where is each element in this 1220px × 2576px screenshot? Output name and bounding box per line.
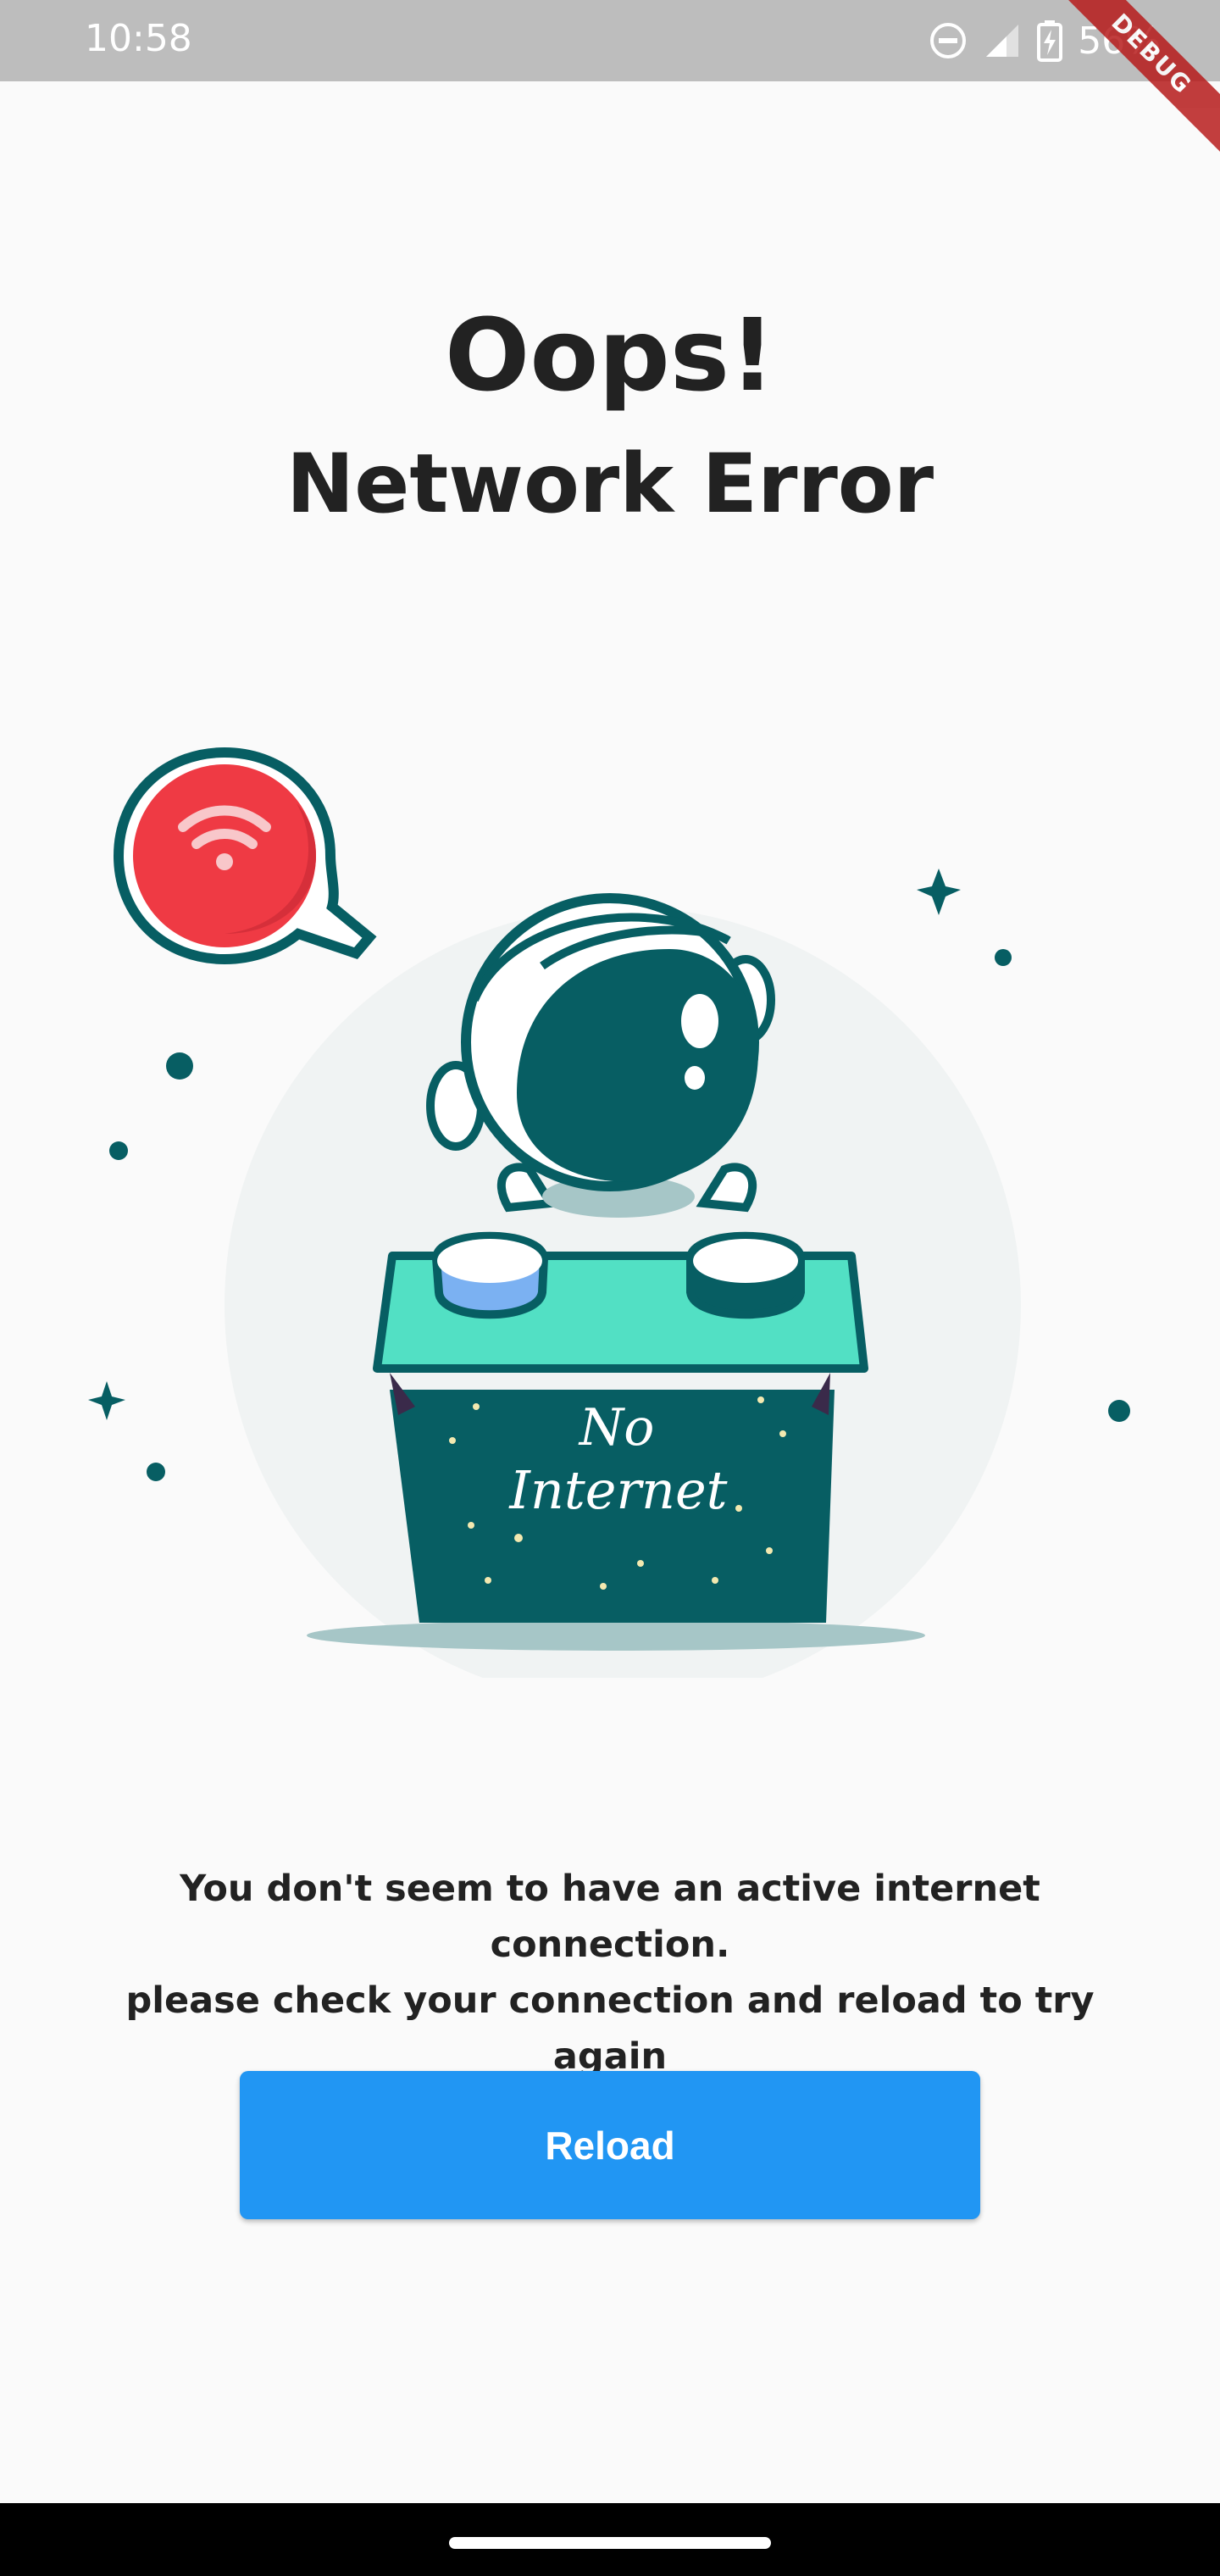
home-indicator[interactable] [449, 2537, 771, 2549]
error-message-line2: please check your connection and reload … [125, 1979, 1095, 2078]
status-time: 10:58 [85, 17, 192, 60]
no-internet-box: No Internet [373, 1231, 868, 1623]
error-message-line1: You don't seem to have an active interne… [180, 1868, 1040, 1966]
status-bar: 10:58 56% [0, 0, 1220, 81]
wifi-off-bubble-icon [113, 747, 377, 965]
page-subtitle: Network Error [286, 436, 934, 531]
battery-charging-icon [1037, 19, 1063, 62]
reload-button[interactable]: Reload [240, 2071, 980, 2219]
page-title: Oops! [445, 297, 775, 414]
error-message: You don't seem to have an active interne… [68, 1861, 1152, 2085]
navigation-bar [0, 2503, 1220, 2576]
ground-shadow [307, 1620, 925, 1651]
box-text-line1: No [578, 1398, 655, 1457]
box-text-line2: Internet [508, 1459, 727, 1521]
no-internet-illustration: No Internet [88, 747, 1130, 1678]
do-not-disturb-icon [929, 21, 968, 60]
signal-icon [983, 21, 1022, 60]
